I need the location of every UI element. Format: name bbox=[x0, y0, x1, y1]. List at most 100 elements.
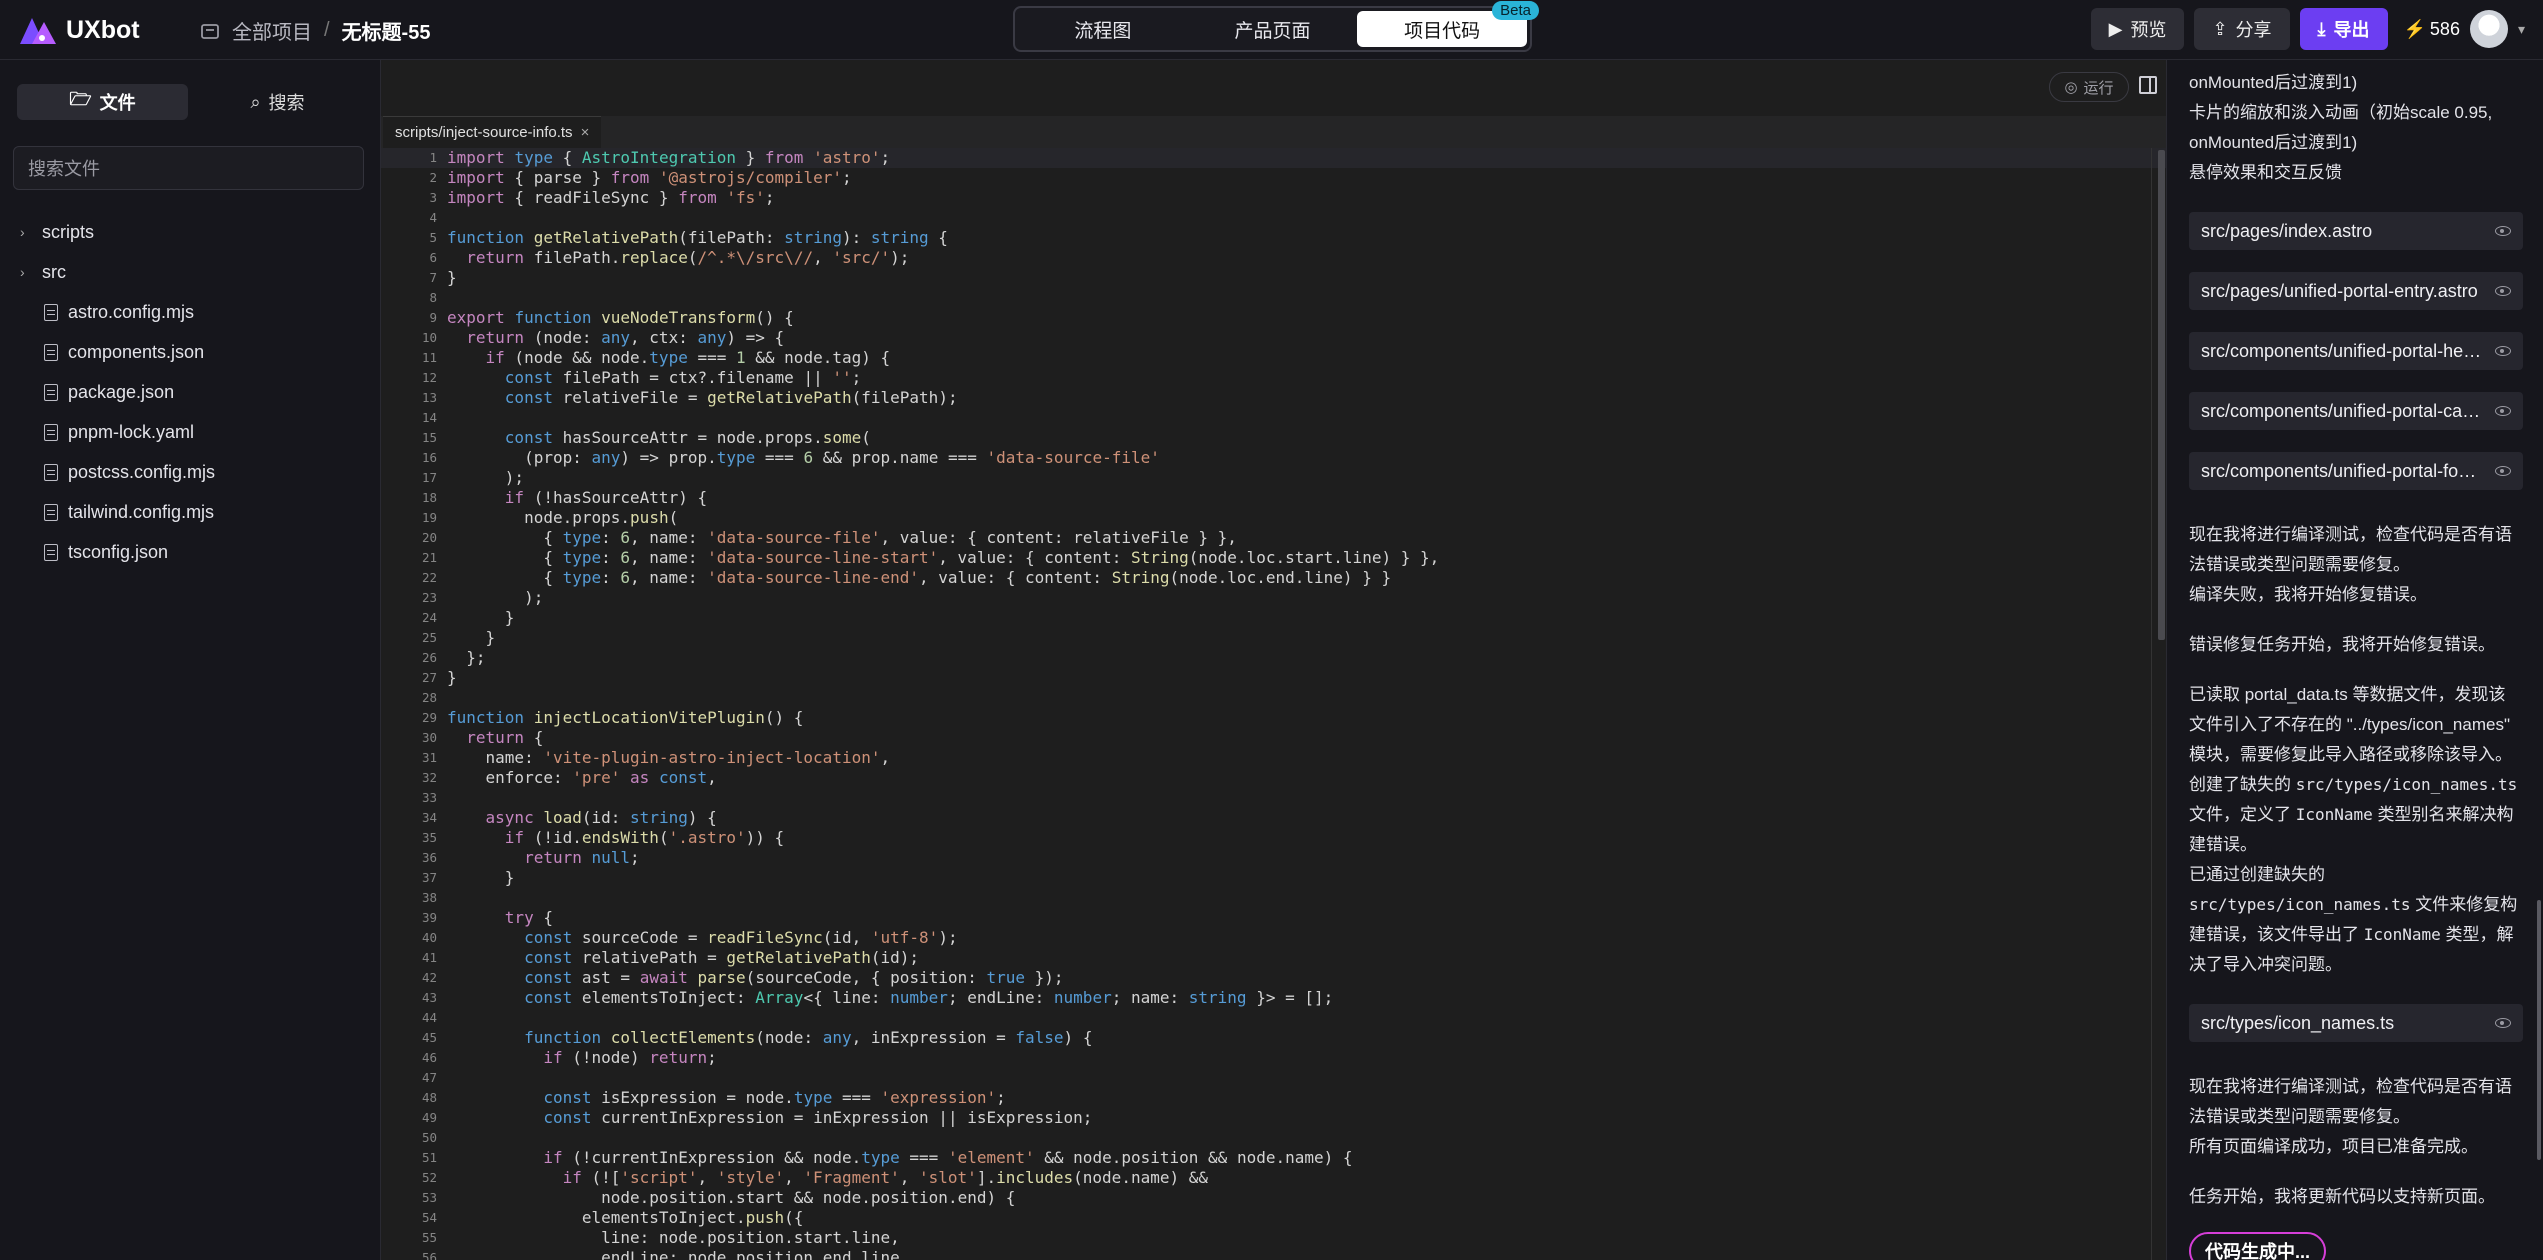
code-line[interactable]: 9 export function vueNodeTransform() { bbox=[381, 308, 2166, 328]
avatar[interactable] bbox=[2469, 10, 2508, 48]
share-button[interactable]: ⇪ 分享 bbox=[2194, 8, 2290, 50]
code-line[interactable]: 18 if (!hasSourceAttr) { bbox=[381, 488, 2166, 508]
code-line[interactable]: 30 return { bbox=[381, 728, 2166, 748]
code-line[interactable]: 38 bbox=[381, 888, 2166, 908]
code-line[interactable]: 49 const currentInExpression = inExpress… bbox=[381, 1108, 2166, 1128]
code-line[interactable]: 13 const relativeFile = getRelativePath(… bbox=[381, 388, 2166, 408]
code-line[interactable]: 44 bbox=[381, 1008, 2166, 1028]
tab-flowchart[interactable]: 流程图 bbox=[1018, 11, 1188, 47]
code-line[interactable]: 3 import { readFileSync } from 'fs'; bbox=[381, 188, 2166, 208]
code-line[interactable]: 12 const filePath = ctx?.filename || ''; bbox=[381, 368, 2166, 388]
tree-file[interactable]: postcss.config.mjs bbox=[0, 452, 381, 492]
code-line[interactable]: 35 if (!id.endsWith('.astro')) { bbox=[381, 828, 2166, 848]
code-line[interactable]: 4 bbox=[381, 208, 2166, 228]
tree-file[interactable]: tailwind.config.mjs bbox=[0, 492, 381, 532]
code-line[interactable]: 37 } bbox=[381, 868, 2166, 888]
eye-icon[interactable] bbox=[2495, 466, 2511, 476]
tree-file[interactable]: tsconfig.json bbox=[0, 532, 381, 572]
code-line[interactable]: 39 try { bbox=[381, 908, 2166, 928]
code-line[interactable]: 27} bbox=[381, 668, 2166, 688]
eye-icon[interactable] bbox=[2495, 286, 2511, 296]
credits[interactable]: ⚡ 586 bbox=[2404, 19, 2460, 40]
code-line[interactable]: 20 { type: 6, name: 'data-source-file', … bbox=[381, 528, 2166, 548]
breadcrumb-all-projects[interactable]: 全部项目 bbox=[232, 16, 312, 45]
chevron-down-icon[interactable]: ▾ bbox=[2518, 21, 2525, 38]
eye-icon[interactable] bbox=[2495, 346, 2511, 356]
tree-folder-src[interactable]: › src bbox=[0, 252, 381, 292]
file-icon bbox=[44, 503, 58, 521]
code-line[interactable]: 34 async load(id: string) { bbox=[381, 808, 2166, 828]
code-line[interactable]: 52 if (!['script', 'style', 'Fragment', … bbox=[381, 1168, 2166, 1188]
file-chip[interactable]: src/components/unified-portal-cards.vue bbox=[2189, 392, 2523, 430]
code-line[interactable]: 23 ); bbox=[381, 588, 2166, 608]
code-line[interactable]: 19 node.props.push( bbox=[381, 508, 2166, 528]
code-line[interactable]: 41 const relativePath = getRelativePath(… bbox=[381, 948, 2166, 968]
tab-search[interactable]: ⌕ 搜索 bbox=[192, 84, 363, 120]
close-icon[interactable]: × bbox=[581, 124, 590, 141]
tree-folder-scripts[interactable]: › scripts bbox=[0, 212, 381, 252]
tab-project-code[interactable]: 项目代码 Beta bbox=[1357, 1, 1540, 47]
tree-file[interactable]: components.json bbox=[0, 332, 381, 372]
editor-scrollbar[interactable] bbox=[2158, 150, 2165, 640]
tree-file[interactable]: astro.config.mjs bbox=[0, 292, 381, 332]
code-line[interactable]: 47 bbox=[381, 1068, 2166, 1088]
code-line[interactable]: 17 ); bbox=[381, 468, 2166, 488]
code-line[interactable]: 48 const isExpression = node.type === 'e… bbox=[381, 1088, 2166, 1108]
code-line[interactable]: 29 function injectLocationVitePlugin() { bbox=[381, 708, 2166, 728]
code-line[interactable]: 55 line: node.position.start.line, bbox=[381, 1228, 2166, 1248]
tree-file[interactable]: pnpm-lock.yaml bbox=[0, 412, 381, 452]
code-line[interactable]: 5 function getRelativePath(filePath: stri… bbox=[381, 228, 2166, 248]
code-line[interactable]: 46 if (!node) return; bbox=[381, 1048, 2166, 1068]
code-line[interactable]: 15 const hasSourceAttr = node.props.some… bbox=[381, 428, 2166, 448]
code-line[interactable]: 24 } bbox=[381, 608, 2166, 628]
code-line[interactable]: 45 function collectElements(node: any, i… bbox=[381, 1028, 2166, 1048]
code-line[interactable]: 21 { type: 6, name: 'data-source-line-st… bbox=[381, 548, 2166, 568]
tree-file[interactable]: package.json bbox=[0, 372, 381, 412]
code-line[interactable]: 31 name: 'vite-plugin-astro-inject-locat… bbox=[381, 748, 2166, 768]
file-search-input[interactable]: 搜索文件 bbox=[13, 146, 364, 190]
code-line[interactable]: 50 bbox=[381, 1128, 2166, 1148]
code-line[interactable]: 8 bbox=[381, 288, 2166, 308]
file-chip[interactable]: src/types/icon_names.ts bbox=[2189, 1004, 2523, 1042]
file-chip[interactable]: src/components/unified-portal-footer.vue bbox=[2189, 452, 2523, 490]
code-line[interactable]: 54 elementsToInject.push({ bbox=[381, 1208, 2166, 1228]
panel-toggle-icon[interactable] bbox=[2139, 76, 2157, 94]
code-line[interactable]: 33 bbox=[381, 788, 2166, 808]
code-line[interactable]: 53 node.position.start && node.position.… bbox=[381, 1188, 2166, 1208]
eye-icon[interactable] bbox=[2495, 226, 2511, 236]
code-line[interactable]: 43 const elementsToInject: Array<{ line:… bbox=[381, 988, 2166, 1008]
code-line[interactable]: 6 return filePath.replace(/^.*\/src\//, … bbox=[381, 248, 2166, 268]
file-chip[interactable]: src/pages/unified-portal-entry.astro bbox=[2189, 272, 2523, 310]
file-chip[interactable]: src/components/unified-portal-header.vue bbox=[2189, 332, 2523, 370]
code-area[interactable]: 1 import type { AstroIntegration } from '… bbox=[381, 148, 2166, 1260]
code-line[interactable]: 26 }; bbox=[381, 648, 2166, 668]
code-line[interactable]: 32 enforce: 'pre' as const, bbox=[381, 768, 2166, 788]
project-title[interactable]: 无标题-55 bbox=[342, 16, 431, 45]
code-line[interactable]: 1 import type { AstroIntegration } from '… bbox=[381, 148, 2166, 168]
code-line[interactable]: 22 { type: 6, name: 'data-source-line-en… bbox=[381, 568, 2166, 588]
code-line[interactable]: 51 if (!currentInExpression && node.type… bbox=[381, 1148, 2166, 1168]
code-line[interactable]: 42 const ast = await parse(sourceCode, {… bbox=[381, 968, 2166, 988]
code-line[interactable]: 25 } bbox=[381, 628, 2166, 648]
code-line[interactable]: 10 return (node: any, ctx: any) => { bbox=[381, 328, 2166, 348]
tab-files[interactable]: 🗁 文件 bbox=[17, 84, 188, 120]
code-line[interactable]: 16 (prop: any) => prop.type === 6 && pro… bbox=[381, 448, 2166, 468]
code-line[interactable]: 14 bbox=[381, 408, 2166, 428]
eye-icon[interactable] bbox=[2495, 406, 2511, 416]
code-line[interactable]: 7} bbox=[381, 268, 2166, 288]
file-chip[interactable]: src/pages/index.astro bbox=[2189, 212, 2523, 250]
editor-file-tab[interactable]: scripts/inject-source-info.ts × bbox=[383, 116, 602, 148]
code-line[interactable]: 2 import { parse } from '@astrojs/compile… bbox=[381, 168, 2166, 188]
code-line[interactable]: 56 endLine: node.position.end.line, bbox=[381, 1248, 2166, 1260]
eye-icon[interactable] bbox=[2495, 1018, 2511, 1028]
run-button[interactable]: ◎ 运行 bbox=[2049, 72, 2129, 102]
tab-product-pages[interactable]: 产品页面 bbox=[1188, 11, 1358, 47]
code-line[interactable]: 11 if (node && node.type === 1 && node.t… bbox=[381, 348, 2166, 368]
chat-scrollbar[interactable] bbox=[2537, 900, 2541, 1160]
code-line[interactable]: 40 const sourceCode = readFileSync(id, '… bbox=[381, 928, 2166, 948]
code-line[interactable]: 36 return null; bbox=[381, 848, 2166, 868]
export-button[interactable]: ⤓ 导出 bbox=[2299, 8, 2388, 50]
logo[interactable]: UXbot bbox=[18, 12, 140, 48]
preview-button[interactable]: ▶ 预览 bbox=[2090, 8, 2185, 50]
code-line[interactable]: 28 bbox=[381, 688, 2166, 708]
